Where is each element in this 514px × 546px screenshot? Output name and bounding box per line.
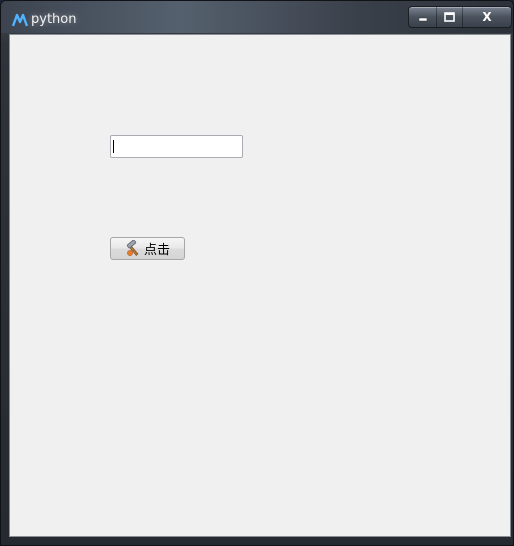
client-area: 点击 [9,34,511,537]
app-logo-icon [12,13,28,27]
close-button[interactable]: X [463,7,511,27]
close-icon: X [482,10,492,24]
title-bar[interactable]: python X [1,1,513,33]
window-title: python [31,12,77,27]
window-controls: X [408,6,512,28]
text-input[interactable] [110,135,243,158]
maximize-button[interactable] [437,7,463,27]
click-button-label: 点击 [143,243,170,258]
minimize-button[interactable] [409,7,437,27]
minimize-icon [418,17,427,22]
app-window: python X 点击 [0,0,514,546]
maximize-icon [444,12,455,22]
click-button[interactable]: 点击 [110,237,185,260]
text-caret [113,140,114,153]
hammer-icon [126,240,139,256]
